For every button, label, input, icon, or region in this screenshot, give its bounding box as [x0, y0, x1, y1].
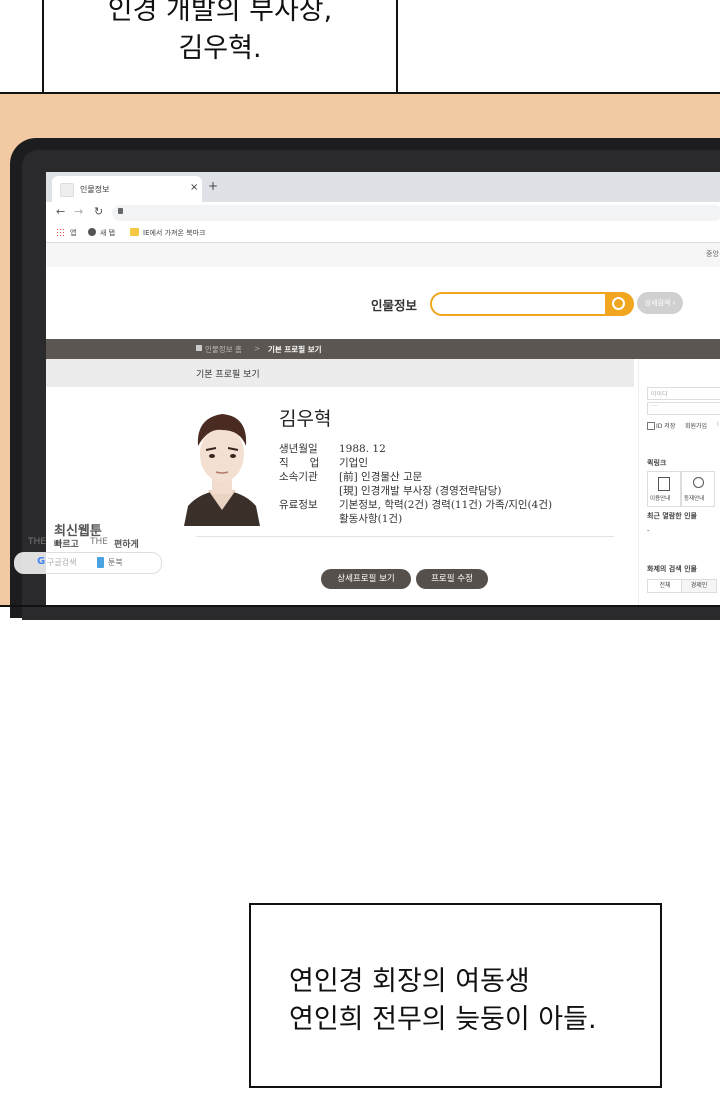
google-icon: G — [37, 556, 46, 567]
watermark: 최신웹툰 THE 빠르고 THE 편하게 G 구글검색 툰북 — [14, 520, 162, 576]
watermark-sub3: THE — [90, 537, 108, 547]
watermark-sub1: THE — [28, 537, 46, 547]
book-icon — [97, 557, 104, 568]
watermark-sub2: 빠르고 — [54, 540, 79, 550]
watermark-google: 구글검색 — [47, 558, 77, 567]
watermark-pill: G 구글검색 툰북 — [14, 552, 162, 574]
speech-line: 인경 개발의 부사장, — [107, 0, 333, 26]
watermark-sub4: 편하게 — [114, 540, 139, 550]
speech-line: 김우혁. — [178, 33, 262, 64]
speech-bubble-bottom: 연인경 회장의 여동생 연인희 전무의 늦둥이 아들. — [249, 903, 662, 1088]
speech-line: 연인경 회장의 여동생 — [289, 966, 530, 997]
watermark-toonbook: 툰북 — [108, 558, 123, 567]
speech-line: 연인희 전무의 늦둥이 아들. — [289, 1004, 597, 1035]
